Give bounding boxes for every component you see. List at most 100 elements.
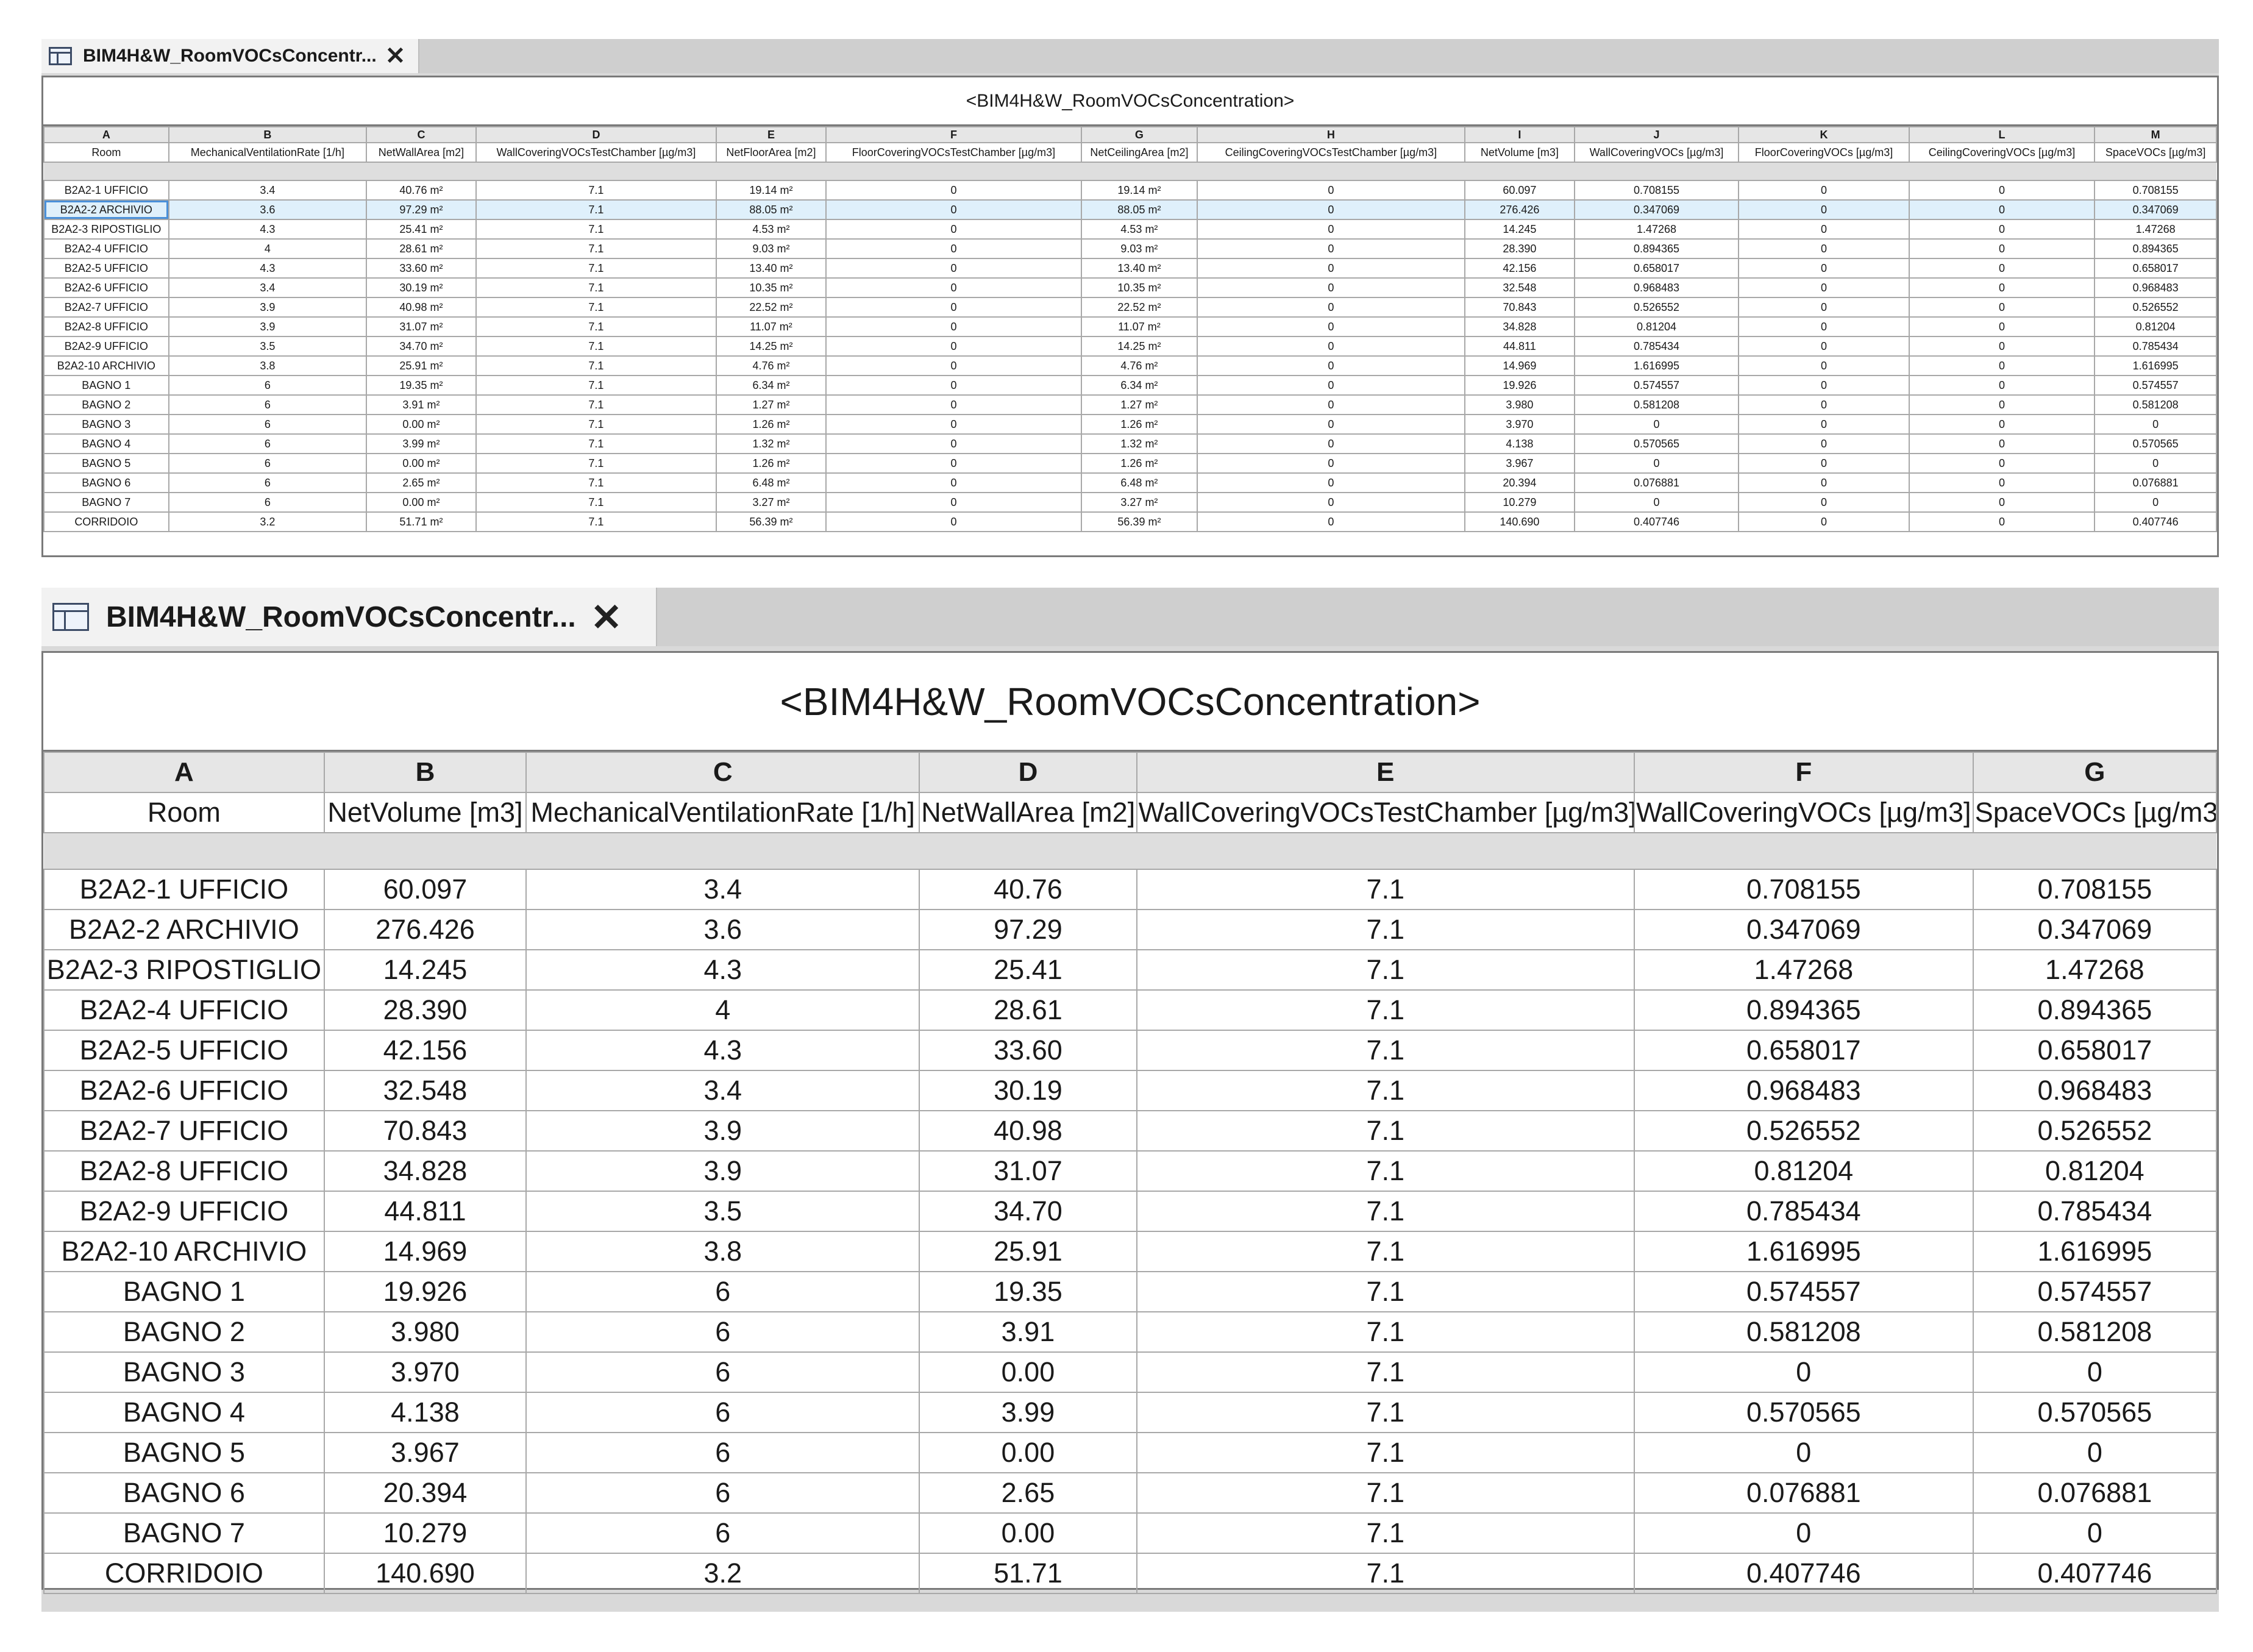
column-header[interactable]: Room [43,142,169,163]
table-cell[interactable]: 0 [825,219,1083,240]
table-cell[interactable]: 0 [1908,355,2096,376]
table-cell[interactable]: 0.570565 [1573,433,1740,454]
table-cell[interactable]: 0.785434 [1633,1191,1974,1232]
table-cell[interactable]: 2.65 m² [366,472,477,493]
table-cell[interactable]: 0 [1738,316,1910,337]
table-cell[interactable]: 7.1 [1136,1392,1635,1433]
room-name-cell[interactable]: BAGNO 4 [43,1392,325,1433]
table-cell[interactable]: 7.1 [1136,1311,1635,1353]
table-cell[interactable]: 0.574557 [2094,375,2217,396]
column-header[interactable]: FloorCoveringVOCsTestChamber [µg/m3] [825,142,1083,163]
table-cell[interactable]: 0.407746 [2094,511,2217,532]
table-cell[interactable]: 0.81204 [1972,1150,2218,1192]
table-cell[interactable]: 22.52 m² [716,297,827,318]
table-row[interactable]: BAGNO 5 6 0.00 m² 7.1 1.26 m² 0 1.26 m² 0 3.967 0… [43,453,2217,474]
table-cell[interactable]: 4 [525,989,920,1031]
table-cell[interactable]: 60.097 [1464,180,1575,201]
table-cell[interactable]: 1.32 m² [716,433,827,454]
column-letter-e[interactable]: E [716,126,827,143]
table-cell[interactable]: 34.70 [919,1191,1137,1232]
table-cell[interactable]: 0 [1196,219,1466,240]
table-cell[interactable]: 31.07 [919,1150,1137,1192]
table-cell[interactable]: 4.53 m² [1081,219,1198,240]
table-cell[interactable]: 0 [1196,414,1466,435]
table-cell[interactable]: 0 [1908,433,2096,454]
table-cell[interactable]: 7.1 [1136,1070,1635,1111]
schedule-tab[interactable]: BIM4H&W_RoomVOCsConcentr... ✕ [41,39,419,73]
table-cell[interactable]: 7.1 [1136,909,1635,950]
table-cell[interactable]: 3.8 [168,355,368,376]
table-cell[interactable]: 42.156 [1464,258,1575,279]
table-cell[interactable]: 0.894365 [1633,989,1974,1031]
table-cell[interactable]: 0.574557 [1972,1271,2218,1312]
column-letter-j[interactable]: J [1573,126,1740,143]
table-cell[interactable]: 44.811 [1464,336,1575,357]
table-cell[interactable]: 0 [825,238,1083,259]
table-cell[interactable]: 1.47268 [1573,219,1740,240]
table-cell[interactable]: 3.99 m² [366,433,477,454]
table-cell[interactable]: 7.1 [1136,1231,1635,1272]
table-cell[interactable]: 10.279 [323,1512,527,1554]
column-header[interactable]: FloorCoveringVOCs [µg/m3] [1738,142,1910,163]
table-cell[interactable]: 0.785434 [1972,1191,2218,1232]
table-cell[interactable]: 0 [1908,511,2096,532]
table-cell[interactable]: 28.61 m² [366,238,477,259]
column-header[interactable]: WallCoveringVOCsTestChamber [µg/m3] [475,142,717,163]
room-name-cell[interactable]: BAGNO 7 [43,1512,325,1554]
table-cell[interactable]: 3.91 m² [366,394,477,415]
table-cell[interactable]: 1.27 m² [716,394,827,415]
table-cell[interactable]: 0 [1738,180,1910,201]
table-cell[interactable]: 0 [2094,453,2217,474]
table-row[interactable]: B2A2-3 RIPOSTIGLIO 4.3 25.41 m² 7.1 4.53 m² 0… [43,219,2217,240]
table-cell[interactable]: 0 [825,394,1083,415]
table-cell[interactable]: 7.1 [475,336,717,357]
table-cell[interactable]: 0 [1908,414,2096,435]
table-cell[interactable]: 6 [525,1392,920,1433]
table-cell[interactable]: 0 [1908,336,2096,357]
table-cell[interactable]: 0.574557 [1573,375,1740,396]
table-cell[interactable]: 28.390 [323,989,527,1031]
table-row[interactable]: B2A2-8 UFFICIO 34.828 3.9 31.07 7.1 0.81204 0.… [43,1150,2218,1192]
table-cell[interactable]: 3.27 m² [716,492,827,513]
table-row[interactable]: B2A2-5 UFFICIO 42.156 4.3 33.60 7.1 0.658017 0… [43,1030,2218,1071]
table-cell[interactable]: 0 [1196,297,1466,318]
column-header[interactable]: WallCoveringVOCsTestChamber [µg/m3] [1136,792,1635,833]
table-cell[interactable]: 0.81204 [1633,1150,1974,1192]
table-cell[interactable]: 10.35 m² [1081,277,1198,298]
table-cell[interactable]: 25.41 [919,949,1137,991]
column-header[interactable]: NetFloorArea [m2] [716,142,827,163]
table-cell[interactable]: 0 [1972,1351,2218,1393]
column-header[interactable]: MechanicalVentilationRate [1/h] [168,142,368,163]
table-row[interactable]: B2A2-4 UFFICIO 4 28.61 m² 7.1 9.03 m² 0 9.03 m… [43,238,2217,259]
table-cell[interactable]: 25.91 m² [366,355,477,376]
table-cell[interactable]: 140.690 [323,1553,527,1594]
schedule-tab[interactable]: BIM4H&W_RoomVOCsConcentr... ✕ [41,588,657,646]
table-cell[interactable]: 0.658017 [2094,258,2217,279]
column-header[interactable]: SpaceVOCs [µg/m3] [2094,142,2217,163]
table-cell[interactable]: 6 [168,492,368,513]
table-cell[interactable]: 4 [168,238,368,259]
table-cell[interactable]: 0.581208 [1972,1311,2218,1353]
table-cell[interactable]: 0.00 m² [366,414,477,435]
table-cell[interactable]: 3.9 [525,1110,920,1152]
table-cell[interactable]: 0 [825,453,1083,474]
table-row[interactable]: B2A2-2 ARCHIVIO 3.6 97.29 m² 7.1 88.05 m² 0 88… [43,199,2217,220]
table-cell[interactable]: 10.35 m² [716,277,827,298]
column-letter-c[interactable]: C [525,752,920,793]
table-cell[interactable]: 3.5 [168,336,368,357]
table-cell[interactable]: 0.00 m² [366,492,477,513]
room-name-cell[interactable]: BAGNO 5 [43,453,169,474]
table-cell[interactable]: 6 [168,433,368,454]
table-cell[interactable]: 70.843 [323,1110,527,1152]
table-cell[interactable]: 0 [1908,394,2096,415]
table-cell[interactable]: 3.970 [323,1351,527,1393]
table-cell[interactable]: 0 [825,511,1083,532]
table-cell[interactable]: 0.00 [919,1432,1137,1473]
table-cell[interactable]: 0.968483 [1972,1070,2218,1111]
table-cell[interactable]: 7.1 [475,180,717,201]
table-cell[interactable]: 4.138 [1464,433,1575,454]
table-cell[interactable]: 0.968483 [1573,277,1740,298]
table-cell[interactable]: 70.843 [1464,297,1575,318]
table-cell[interactable]: 6 [525,1432,920,1473]
room-name-cell[interactable]: B2A2-8 UFFICIO [43,316,169,337]
